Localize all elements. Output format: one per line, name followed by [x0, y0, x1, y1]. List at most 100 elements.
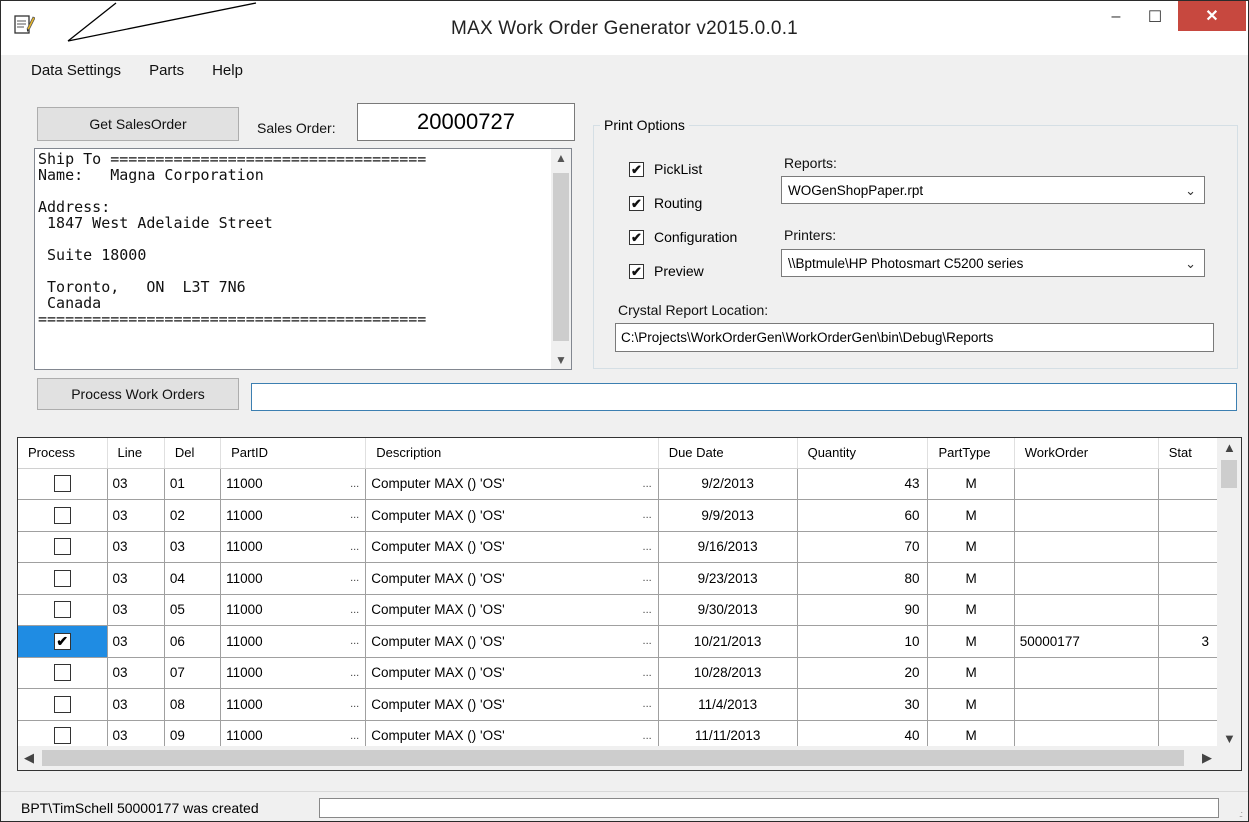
line-cell[interactable]: 03	[107, 562, 165, 595]
picklist-checkbox[interactable]: ✔ PickList	[629, 161, 702, 177]
grid-horizontal-scrollbar[interactable]: ◀ ▶	[18, 746, 1218, 770]
line-cell[interactable]: 03	[107, 468, 165, 500]
due-date-cell[interactable]: 10/21/2013	[658, 625, 798, 658]
ellipsis-button[interactable]: ...	[350, 541, 359, 553]
del-cell[interactable]: 02	[164, 499, 222, 532]
description-cell[interactable]: Computer MAX () 'OS'...	[365, 720, 659, 748]
ellipsis-button[interactable]: ...	[350, 604, 359, 616]
scroll-thumb[interactable]	[553, 173, 569, 341]
ellipsis-button[interactable]: ...	[350, 730, 359, 742]
quantity-cell[interactable]: 80	[797, 562, 929, 595]
quantity-cell[interactable]: 90	[797, 594, 929, 626]
parttype-cell[interactable]: M	[927, 531, 1015, 563]
ellipsis-button[interactable]: ...	[643, 541, 652, 553]
ellipsis-button[interactable]: ...	[643, 509, 652, 521]
stat-cell[interactable]	[1158, 688, 1218, 721]
stat-cell[interactable]	[1158, 531, 1218, 563]
ellipsis-button[interactable]: ...	[643, 478, 652, 490]
del-cell[interactable]: 04	[164, 562, 222, 595]
due-date-cell[interactable]: 9/16/2013	[658, 531, 798, 563]
checkbox-box[interactable]: ✔	[629, 161, 644, 177]
description-cell[interactable]: Computer MAX () 'OS'...	[365, 562, 659, 595]
quantity-cell[interactable]: 20	[797, 657, 929, 689]
column-header-description[interactable]: Description	[365, 438, 659, 469]
del-cell[interactable]: 07	[164, 657, 222, 689]
stat-cell[interactable]	[1158, 468, 1218, 500]
ellipsis-button[interactable]: ...	[350, 635, 359, 647]
due-date-cell[interactable]: 9/9/2013	[658, 499, 798, 532]
table-row[interactable]: ✔ 03 06 11000... Computer MAX () 'OS'... 10/2…	[18, 625, 1218, 658]
line-cell[interactable]: 03	[107, 720, 165, 748]
workorder-cell[interactable]	[1014, 468, 1159, 500]
description-cell[interactable]: Computer MAX () 'OS'...	[365, 531, 659, 563]
workorder-cell[interactable]	[1014, 531, 1159, 563]
ellipsis-button[interactable]: ...	[643, 698, 652, 710]
ellipsis-button[interactable]: ...	[350, 572, 359, 584]
ellipsis-button[interactable]: ...	[350, 509, 359, 521]
column-header-partid[interactable]: PartID	[220, 438, 367, 469]
workorder-cell[interactable]	[1014, 499, 1159, 532]
workorder-cell[interactable]	[1014, 562, 1159, 595]
process-checkbox[interactable]	[53, 506, 71, 524]
process-checkbox[interactable]	[53, 695, 71, 713]
table-row[interactable]: 03 04 11000... Computer MAX () 'OS'... 9/23/…	[18, 562, 1218, 595]
process-cell[interactable]	[18, 499, 108, 532]
partid-cell[interactable]: 11000...	[220, 720, 367, 748]
workorder-cell[interactable]	[1014, 688, 1159, 721]
process-checkbox[interactable]: ✔	[53, 632, 71, 650]
column-header-workorder[interactable]: WorkOrder	[1014, 438, 1159, 469]
due-date-cell[interactable]: 9/30/2013	[658, 594, 798, 626]
sales-order-input[interactable]: 20000727	[357, 103, 575, 141]
ship-to-textbox[interactable]: Ship To ================================…	[34, 148, 572, 370]
menu-help[interactable]: Help	[212, 62, 243, 79]
ellipsis-button[interactable]: ...	[350, 698, 359, 710]
process-checkbox[interactable]	[53, 601, 71, 619]
parttype-cell[interactable]: M	[927, 594, 1015, 626]
del-cell[interactable]: 09	[164, 720, 222, 748]
parttype-cell[interactable]: M	[927, 625, 1015, 658]
ellipsis-button[interactable]: ...	[350, 667, 359, 679]
description-cell[interactable]: Computer MAX () 'OS'...	[365, 657, 659, 689]
ellipsis-button[interactable]: ...	[643, 572, 652, 584]
workorder-cell[interactable]	[1014, 720, 1159, 748]
quantity-cell[interactable]: 60	[797, 499, 929, 532]
menu-parts[interactable]: Parts	[149, 62, 184, 79]
crystal-report-location-input[interactable]: C:\Projects\WorkOrderGen\WorkOrderGen\bi…	[615, 323, 1214, 352]
process-cell[interactable]	[18, 657, 108, 689]
description-cell[interactable]: Computer MAX () 'OS'...	[365, 688, 659, 721]
process-cell[interactable]	[18, 562, 108, 595]
process-cell[interactable]	[18, 594, 108, 626]
ellipsis-button[interactable]: ...	[643, 730, 652, 742]
column-header-process[interactable]: Process	[18, 438, 108, 469]
parttype-cell[interactable]: M	[927, 720, 1015, 748]
partid-cell[interactable]: 11000...	[220, 657, 367, 689]
partid-cell[interactable]: 11000...	[220, 594, 367, 626]
partid-cell[interactable]: 11000...	[220, 625, 367, 658]
due-date-cell[interactable]: 11/4/2013	[658, 688, 798, 721]
configuration-checkbox[interactable]: ✔ Configuration	[629, 229, 737, 245]
quantity-cell[interactable]: 70	[797, 531, 929, 563]
parttype-cell[interactable]: M	[927, 468, 1015, 500]
due-date-cell[interactable]: 9/2/2013	[658, 468, 798, 500]
table-row[interactable]: 03 03 11000... Computer MAX () 'OS'... 9/16/…	[18, 531, 1218, 563]
process-cell[interactable]	[18, 468, 108, 500]
scroll-down-icon[interactable]: ▼	[551, 353, 571, 367]
quantity-cell[interactable]: 10	[797, 625, 929, 658]
routing-checkbox[interactable]: ✔ Routing	[629, 195, 702, 211]
stat-cell[interactable]	[1158, 499, 1218, 532]
due-date-cell[interactable]: 11/11/2013	[658, 720, 798, 748]
menu-data-settings[interactable]: Data Settings	[31, 62, 121, 79]
scroll-down-icon[interactable]: ▼	[1223, 731, 1236, 746]
ship-to-scrollbar[interactable]: ▲ ▼	[551, 149, 571, 369]
process-cell[interactable]	[18, 531, 108, 563]
line-cell[interactable]: 03	[107, 657, 165, 689]
process-checkbox[interactable]	[53, 538, 71, 556]
checkbox-box[interactable]: ✔	[629, 195, 644, 211]
scroll-left-icon[interactable]: ◀	[24, 750, 34, 766]
quantity-cell[interactable]: 30	[797, 688, 929, 721]
column-header-parttype[interactable]: PartType	[927, 438, 1015, 469]
del-cell[interactable]: 03	[164, 531, 222, 563]
process-cell[interactable]: ✔	[18, 625, 108, 658]
del-cell[interactable]: 08	[164, 688, 222, 721]
reports-dropdown[interactable]: WOGenShopPaper.rpt ⌄	[781, 176, 1205, 204]
